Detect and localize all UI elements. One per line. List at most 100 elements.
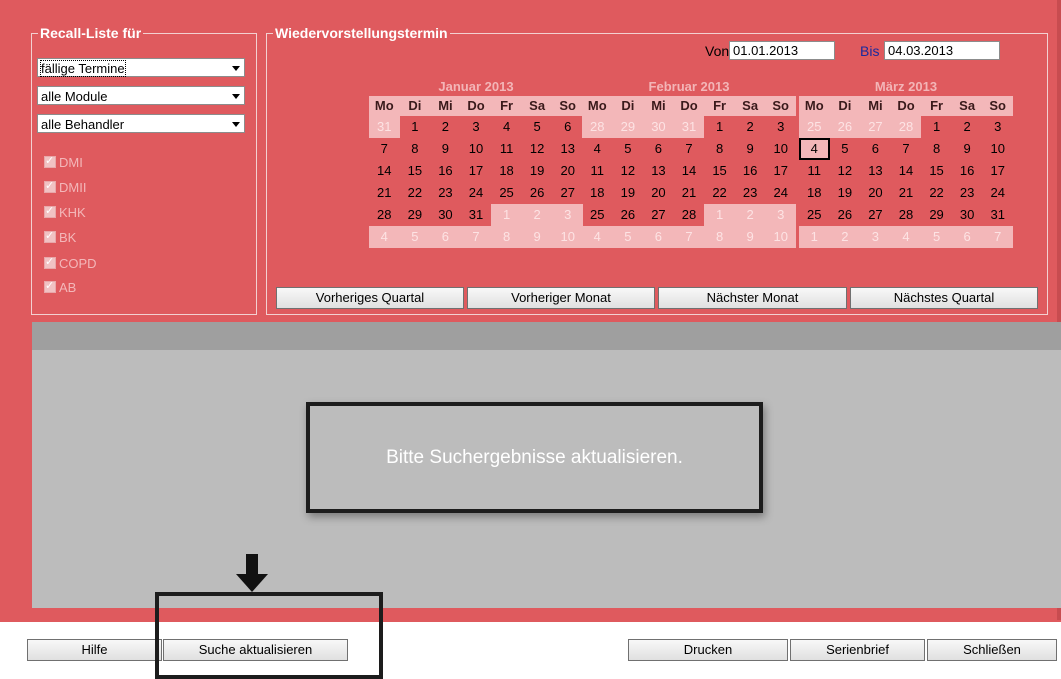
day-cell[interactable]: 13 [552, 138, 583, 160]
day-cell-other-month[interactable]: 6 [430, 226, 461, 248]
day-cell[interactable]: 24 [765, 182, 796, 204]
day-cell[interactable]: 20 [860, 182, 891, 204]
to-date-input[interactable]: 04.03.2013 [884, 41, 1000, 60]
day-cell[interactable]: 18 [491, 160, 522, 182]
day-cell[interactable]: 24 [982, 182, 1013, 204]
previous-quarter-button[interactable]: Vorheriges Quartal [276, 287, 464, 309]
day-cell[interactable]: 28 [891, 204, 922, 226]
day-cell[interactable]: 25 [582, 204, 613, 226]
day-cell-other-month[interactable]: 25 [799, 116, 830, 138]
day-cell[interactable]: 21 [674, 182, 705, 204]
day-cell[interactable]: 30 [430, 204, 461, 226]
day-cell[interactable]: 9 [952, 138, 983, 160]
day-cell[interactable]: 4 [491, 116, 522, 138]
day-cell-other-month[interactable]: 5 [921, 226, 952, 248]
day-cell[interactable]: 14 [674, 160, 705, 182]
day-cell[interactable]: 13 [643, 160, 674, 182]
day-cell[interactable]: 5 [830, 138, 861, 160]
checkbox-copd[interactable]: COPD [44, 254, 97, 272]
day-cell-other-month[interactable]: 9 [734, 226, 766, 248]
day-cell[interactable]: 16 [430, 160, 461, 182]
day-cell[interactable]: 18 [799, 182, 830, 204]
day-cell[interactable]: 26 [613, 204, 644, 226]
serial-letter-button[interactable]: Serienbrief [790, 639, 925, 661]
day-cell[interactable]: 14 [891, 160, 922, 182]
checkbox-ab[interactable]: AB [44, 278, 76, 296]
day-cell-other-month[interactable]: 27 [860, 116, 891, 138]
day-cell[interactable]: 19 [830, 182, 861, 204]
day-cell[interactable]: 21 [369, 182, 400, 204]
day-cell-other-month[interactable]: 9 [521, 226, 553, 248]
day-cell[interactable]: 5 [613, 138, 644, 160]
day-cell-other-month[interactable]: 31 [369, 116, 400, 138]
day-cell[interactable]: 31 [461, 204, 492, 226]
close-button[interactable]: Schließen [927, 639, 1057, 661]
day-cell[interactable]: 28 [369, 204, 400, 226]
day-cell[interactable]: 10 [982, 138, 1013, 160]
practitioners-select[interactable]: alle Behandler [37, 114, 245, 133]
day-cell-other-month[interactable]: 30 [643, 116, 674, 138]
day-cell-other-month[interactable]: 2 [734, 204, 766, 226]
day-cell[interactable]: 4 [799, 138, 830, 160]
day-cell[interactable]: 14 [369, 160, 400, 182]
day-cell[interactable]: 27 [860, 204, 891, 226]
day-cell-other-month[interactable]: 3 [552, 204, 583, 226]
day-cell[interactable]: 31 [982, 204, 1013, 226]
day-cell-other-month[interactable]: 4 [582, 226, 613, 248]
day-cell[interactable]: 1 [704, 116, 735, 138]
day-cell[interactable]: 23 [735, 182, 766, 204]
day-cell[interactable]: 29 [400, 204, 431, 226]
day-cell[interactable]: 7 [674, 138, 705, 160]
day-cell[interactable]: 17 [982, 160, 1013, 182]
day-cell-other-month[interactable]: 8 [491, 226, 522, 248]
day-cell-other-month[interactable]: 28 [890, 116, 922, 138]
day-cell-other-month[interactable]: 26 [829, 116, 861, 138]
day-cell[interactable]: 10 [461, 138, 492, 160]
day-cell[interactable]: 5 [522, 116, 553, 138]
day-cell[interactable]: 29 [921, 204, 952, 226]
day-cell-other-month[interactable]: 7 [673, 226, 705, 248]
day-cell[interactable]: 21 [891, 182, 922, 204]
next-quarter-button[interactable]: Nächstes Quartal [850, 287, 1038, 309]
from-date-input[interactable]: 01.01.2013 [729, 41, 835, 60]
day-cell[interactable]: 22 [400, 182, 431, 204]
next-month-button[interactable]: Nächster Monat [658, 287, 847, 309]
day-cell-other-month[interactable]: 6 [951, 226, 983, 248]
day-cell-other-month[interactable]: 8 [704, 226, 735, 248]
day-cell[interactable]: 20 [552, 160, 583, 182]
day-cell[interactable]: 3 [982, 116, 1013, 138]
day-cell[interactable]: 17 [765, 160, 796, 182]
checkbox-dmii[interactable]: DMII [44, 178, 86, 196]
due-appointments-select[interactable]: fällige Termine [37, 58, 245, 77]
day-cell-other-month[interactable]: 6 [643, 226, 674, 248]
day-cell[interactable]: 7 [369, 138, 400, 160]
day-cell[interactable]: 22 [921, 182, 952, 204]
day-cell[interactable]: 16 [735, 160, 766, 182]
checkbox-khk[interactable]: KHK [44, 203, 86, 221]
day-cell-other-month[interactable]: 4 [890, 226, 922, 248]
day-cell-other-month[interactable]: 2 [521, 204, 553, 226]
day-cell[interactable]: 23 [952, 182, 983, 204]
day-cell[interactable]: 13 [860, 160, 891, 182]
previous-month-button[interactable]: Vorheriger Monat [467, 287, 655, 309]
day-cell[interactable]: 18 [582, 182, 613, 204]
day-cell[interactable]: 7 [891, 138, 922, 160]
day-cell-other-month[interactable]: 1 [704, 204, 735, 226]
day-cell[interactable]: 1 [921, 116, 952, 138]
day-cell[interactable]: 28 [674, 204, 705, 226]
day-cell[interactable]: 2 [735, 116, 766, 138]
day-cell[interactable]: 8 [400, 138, 431, 160]
modules-select[interactable]: alle Module [37, 86, 245, 105]
print-button[interactable]: Drucken [628, 639, 788, 661]
day-cell[interactable]: 6 [643, 138, 674, 160]
day-cell[interactable]: 27 [643, 204, 674, 226]
day-cell[interactable]: 25 [799, 204, 830, 226]
day-cell[interactable]: 8 [921, 138, 952, 160]
day-cell[interactable]: 12 [830, 160, 861, 182]
help-button[interactable]: Hilfe [27, 639, 162, 661]
day-cell-other-month[interactable]: 7 [460, 226, 492, 248]
day-cell[interactable]: 26 [830, 204, 861, 226]
day-cell-other-month[interactable]: 2 [829, 226, 861, 248]
day-cell[interactable]: 26 [522, 182, 553, 204]
day-cell[interactable]: 4 [582, 138, 613, 160]
